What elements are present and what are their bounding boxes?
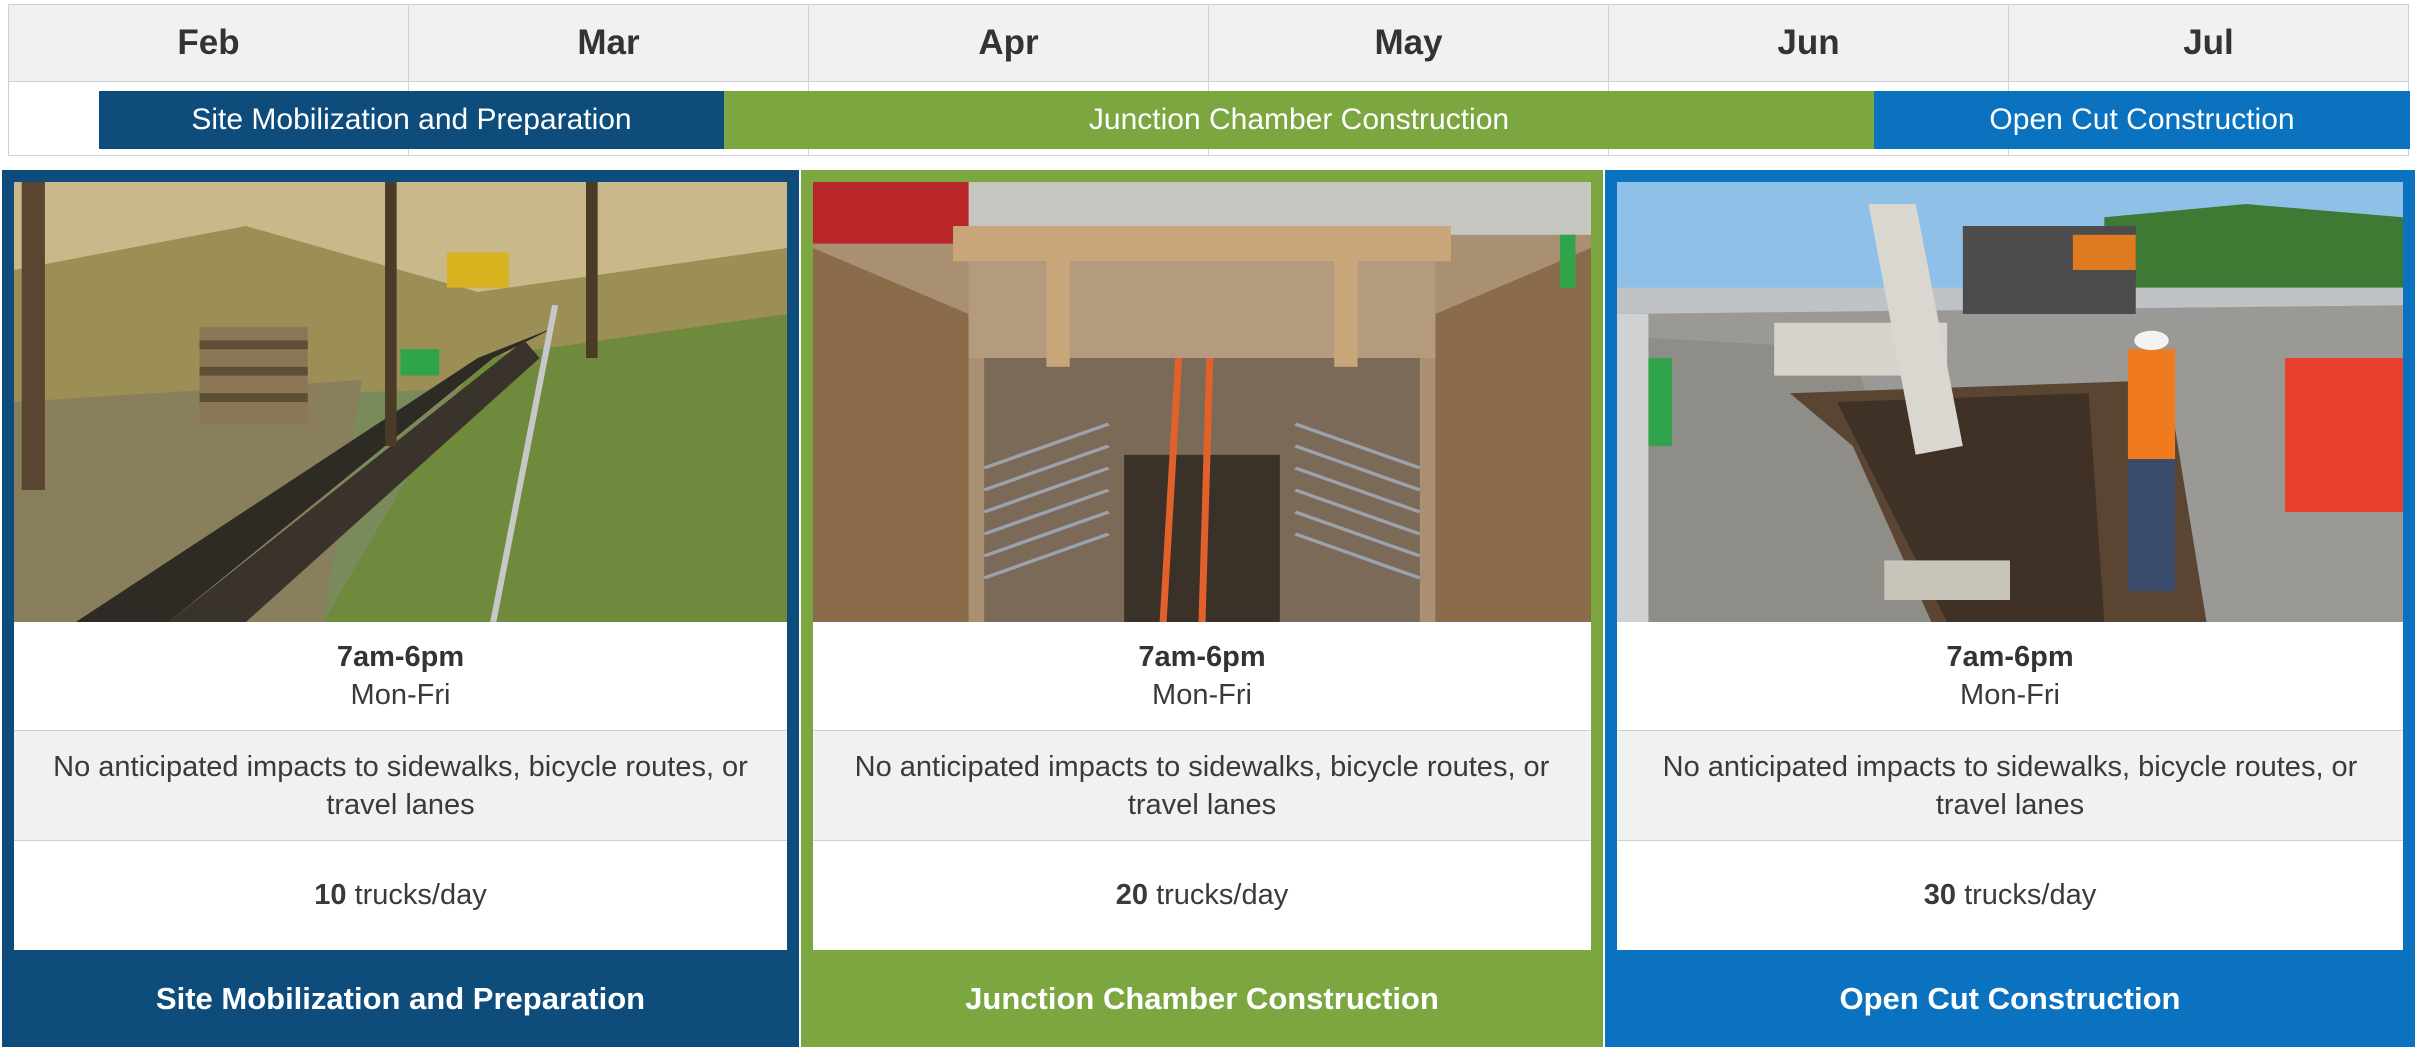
card-title: Open Cut Construction <box>1839 980 2181 1016</box>
timeline-bar-junction-chamber: Junction Chamber Construction <box>724 91 1874 149</box>
work-hours-days: Mon-Fri <box>1152 679 1252 711</box>
timeline-bar-open-cut: Open Cut Construction <box>1874 91 2410 149</box>
work-hours: 7am-6pm Mon-Fri <box>14 622 787 731</box>
card-title: Site Mobilization and Preparation <box>155 980 646 1016</box>
trucks-per-day: 10 trucks/day <box>14 841 787 950</box>
trucks-unit: trucks/day <box>1956 879 2097 911</box>
trucks-unit: trucks/day <box>346 879 487 911</box>
month-header-row: Feb Mar Apr May Jun Jul <box>9 5 2408 82</box>
open-cut-photo <box>1617 182 2403 622</box>
trucks-unit: trucks/day <box>1148 879 1289 911</box>
month-may: May <box>1209 5 1609 81</box>
work-hours-days: Mon-Fri <box>1960 679 2060 711</box>
phase-card-site-mobilization: 7am-6pm Mon-Fri No anticipated impacts t… <box>2 170 799 1047</box>
month-mar: Mar <box>409 5 809 81</box>
trucks-count: 10 <box>314 879 347 911</box>
site-mobilization-photo <box>14 182 787 622</box>
card-title: Junction Chamber Construction <box>965 980 1439 1016</box>
work-hours-time: 7am-6pm <box>336 641 465 673</box>
month-apr: Apr <box>809 5 1209 81</box>
impact-note: No anticipated impacts to sidewalks, bic… <box>813 731 1591 841</box>
work-hours: 7am-6pm Mon-Fri <box>1617 622 2403 731</box>
phase-timeline: Feb Mar Apr May Jun Jul Site Mobilizatio… <box>8 4 2410 156</box>
impact-note: No anticipated impacts to sidewalks, bic… <box>14 731 787 841</box>
work-hours: 7am-6pm Mon-Fri <box>813 622 1591 731</box>
timeline-bar-site-mobilization: Site Mobilization and Preparation <box>99 91 724 149</box>
phase-card-junction-chamber: 7am-6pm Mon-Fri No anticipated impacts t… <box>801 170 1603 1047</box>
trucks-per-day: 20 trucks/day <box>813 841 1591 950</box>
trucks-per-day: 30 trucks/day <box>1617 841 2403 950</box>
work-hours-time: 7am-6pm <box>1946 641 2074 673</box>
month-jun: Jun <box>1609 5 2009 81</box>
phase-card-open-cut: 7am-6pm Mon-Fri No anticipated impacts t… <box>1605 170 2415 1047</box>
month-feb: Feb <box>9 5 409 81</box>
trucks-count: 30 <box>1923 879 1957 911</box>
month-jul: Jul <box>2183 23 2234 62</box>
impact-note: No anticipated impacts to sidewalks, bic… <box>1617 731 2403 841</box>
work-hours-days: Mon-Fri <box>350 679 451 711</box>
trucks-count: 20 <box>1115 879 1149 911</box>
work-hours-time: 7am-6pm <box>1138 641 1266 673</box>
junction-chamber-photo <box>813 182 1591 622</box>
